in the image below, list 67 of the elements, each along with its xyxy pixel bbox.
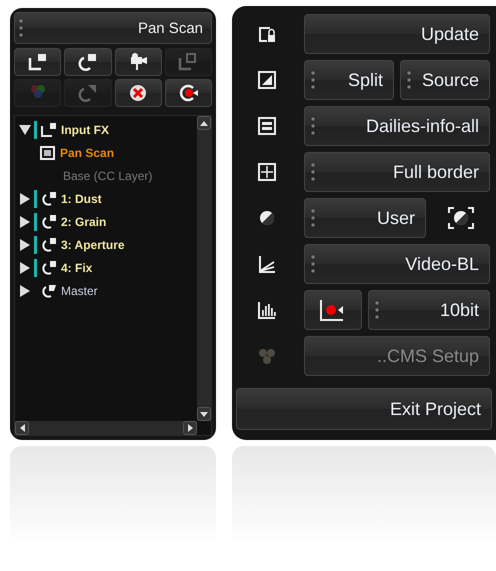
effect-icon [39,145,57,161]
histogram-icon [257,300,277,320]
toolbar-button[interactable] [64,48,112,76]
option-button[interactable]: Update [304,14,490,54]
toolbar-button[interactable] [114,79,162,107]
node-copy-icon [76,83,99,103]
record-button[interactable] [304,290,362,330]
grip-icon [407,70,411,90]
tree-item[interactable]: Input FX [61,123,109,137]
node-add-icon [76,52,99,72]
tree-item[interactable]: Pan Scan [60,146,114,160]
panel-title: Pan Scan [138,20,203,36]
tree-item[interactable]: 4: Fix [61,261,92,275]
grip-icon [375,300,379,320]
grip-icon [311,70,315,90]
option-button[interactable]: Video-BL [304,244,490,284]
tree-item[interactable]: 2: Grain [61,215,106,229]
layer-icon [40,122,58,138]
toolbar-button[interactable] [164,79,212,107]
option-button[interactable]: Source [400,60,490,100]
option-button[interactable]: Split [304,60,394,100]
horizontal-scrollbar[interactable] [15,421,197,435]
grip-icon [311,162,315,182]
exit-project-button[interactable]: Exit Project [236,388,492,430]
toolbar-button[interactable] [114,48,162,76]
gamma-frame-icon [448,207,474,229]
info-overlay-icon [257,116,277,136]
down-arrow-icon [200,412,208,416]
tree-item[interactable]: 1: Dust [61,192,102,206]
node-icon [40,214,58,230]
collapsed-arrow-icon[interactable] [19,285,31,297]
option-button[interactable]: 10bit [368,290,490,330]
layer-add-icon [26,52,49,72]
tree-item[interactable]: Master [61,284,98,298]
scroll-up-button[interactable] [197,116,211,130]
expanded-arrow-icon[interactable] [19,124,31,136]
collapsed-arrow-icon[interactable] [19,216,31,228]
grip-icon [311,208,315,228]
grip-icon [19,18,23,38]
tree-item[interactable]: 3: Aperture [61,238,125,252]
node-icon [40,191,58,207]
record-icon [177,83,200,103]
toolbar-button[interactable] [14,48,62,76]
border-icon [257,162,277,182]
collapsed-arrow-icon[interactable] [19,239,31,251]
split-view-icon [257,70,277,90]
collapsed-arrow-icon[interactable] [19,262,31,274]
scroll-left-button[interactable] [15,421,29,435]
scroll-right-button[interactable] [183,421,197,435]
screen-lock-icon [257,24,277,44]
vertical-scrollbar[interactable] [197,116,211,421]
master-node-icon [40,283,58,299]
option-button[interactable]: Full border [304,152,490,192]
option-button[interactable]: User [304,198,426,238]
option-button[interactable]: Dailies-info-all [304,106,490,146]
three-circles-icon [257,346,277,366]
collapsed-arrow-icon[interactable] [19,193,31,205]
vectorscope-icon [257,254,277,274]
grip-icon [311,254,315,274]
scroll-down-button[interactable] [197,407,211,421]
gamma-icon [257,208,277,228]
left-arrow-icon [20,424,24,432]
up-arrow-icon [200,120,208,126]
grip-icon [311,116,315,136]
right-arrow-icon [188,424,192,432]
node-icon [40,260,58,276]
node-icon [40,237,58,253]
